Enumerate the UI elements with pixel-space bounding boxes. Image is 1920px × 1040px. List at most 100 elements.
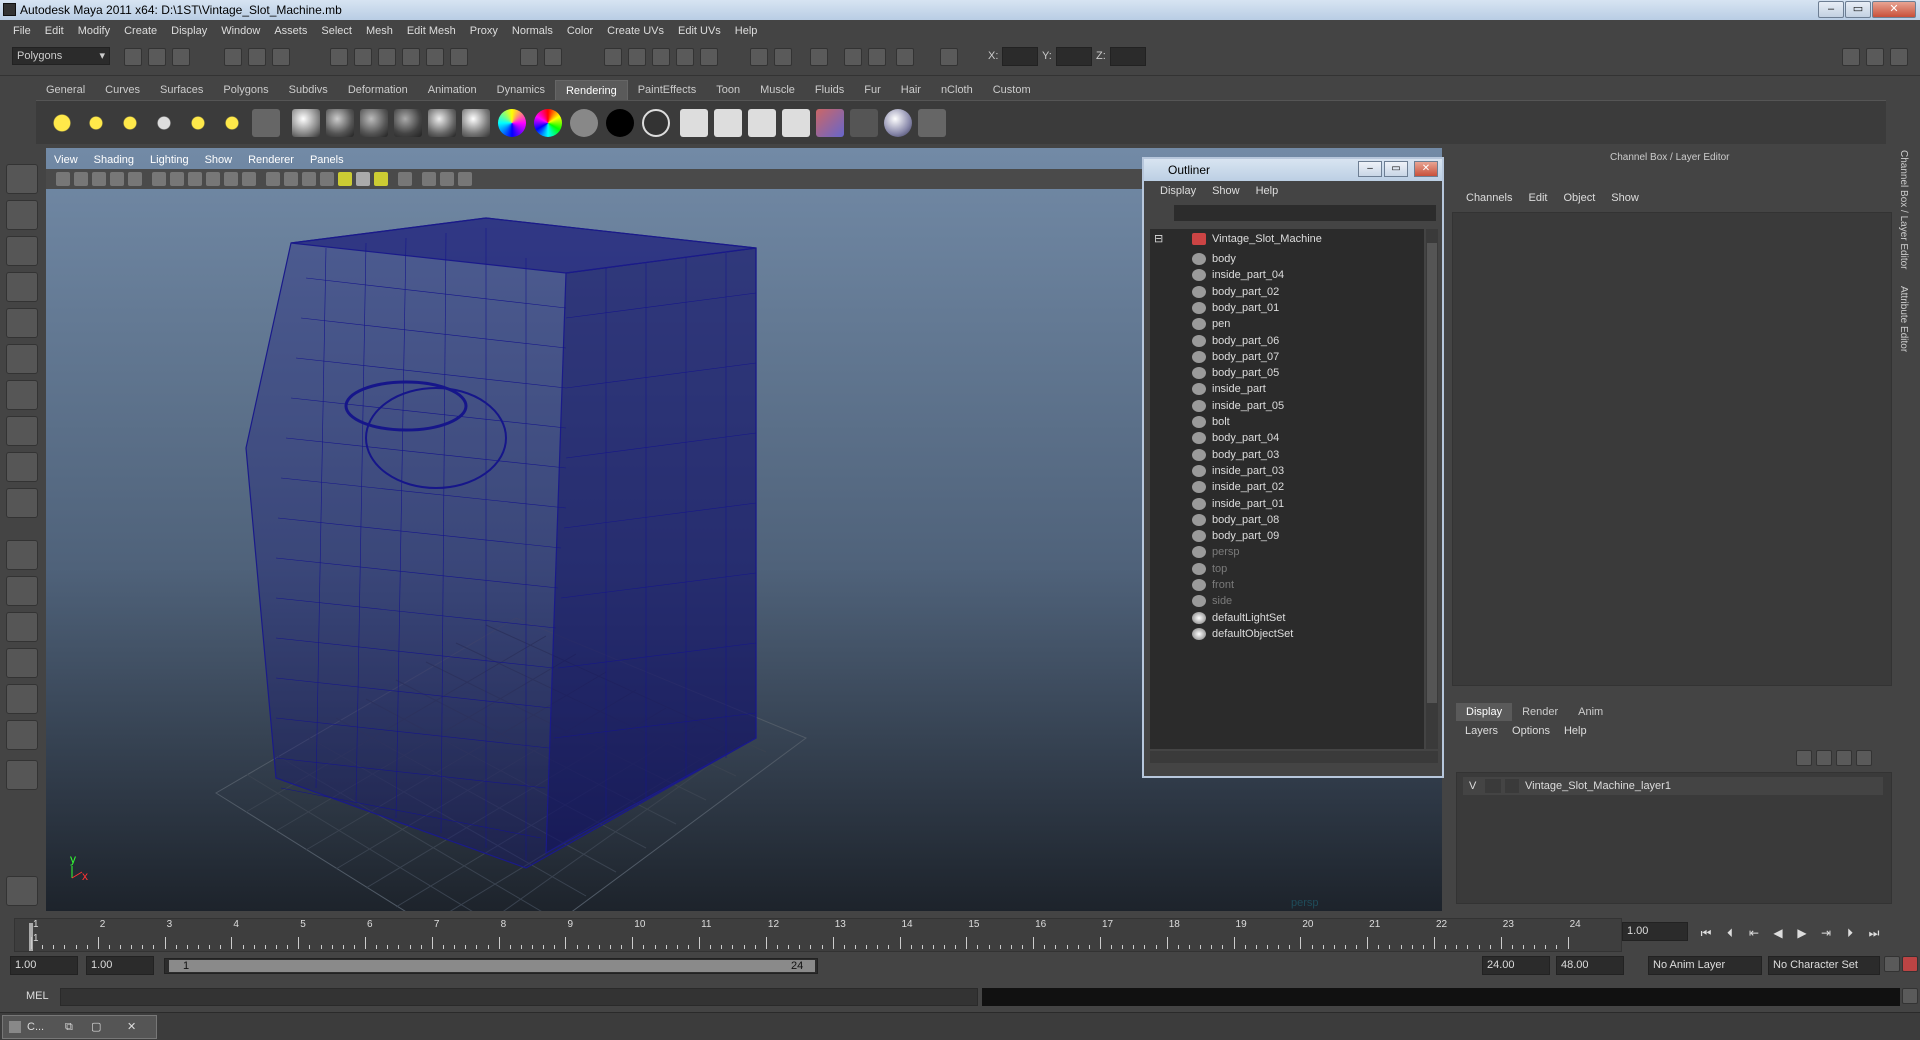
render-view-icon[interactable] [604,48,622,66]
outliner-toggle-icon[interactable] [868,48,886,66]
shelf-tab-subdivs[interactable]: Subdivs [279,80,338,100]
history-icon[interactable] [450,48,468,66]
shelf-tab-painteffects[interactable]: PaintEffects [628,80,707,100]
maximize-button[interactable]: ▭ [1845,1,1871,18]
safe-action-icon[interactable] [224,172,238,186]
outliner-menu-show[interactable]: Show [1204,181,1248,201]
shelf-tab-dynamics[interactable]: Dynamics [487,80,555,100]
minimized-window[interactable]: C... ⧉ ▢ ✕ [2,1015,157,1039]
outliner-minimize-button[interactable]: ‒ [1358,161,1382,177]
shadows-icon[interactable] [374,172,388,186]
shelf-tab-toon[interactable]: Toon [706,80,750,100]
current-time-field[interactable]: 1.00 [1622,922,1688,941]
render-region-icon[interactable] [714,109,742,137]
absolute-transform-icon[interactable] [940,48,958,66]
input-line-icon[interactable] [750,48,768,66]
menu-color[interactable]: Color [560,25,600,37]
batch-render-icon[interactable] [748,109,776,137]
ambient-light-icon[interactable] [48,109,76,137]
render-image-icon[interactable] [680,109,708,137]
menu-file[interactable]: File [6,25,38,37]
directional-light-icon[interactable] [82,109,110,137]
layout-icon[interactable] [1842,48,1860,66]
layer-row[interactable]: V Vintage_Slot_Machine_layer1 [1463,777,1883,795]
menu-select[interactable]: Select [314,25,359,37]
paint-brush-icon[interactable] [918,109,946,137]
new-layer-selected-icon[interactable] [1816,750,1832,766]
y-coord-field[interactable] [1056,47,1092,66]
scrollbar-thumb[interactable] [1427,243,1437,703]
auto-key-icon[interactable] [1884,956,1900,972]
layer-menu-options[interactable]: Options [1505,725,1557,737]
lasso-tool-icon[interactable] [6,200,38,230]
phonge-material-icon[interactable] [360,109,388,137]
x-coord-field[interactable] [1002,47,1038,66]
isolate-select-icon[interactable] [398,172,412,186]
layer-playback-toggle[interactable] [1485,779,1501,793]
menu-normals[interactable]: Normals [505,25,560,37]
assign-material-icon[interactable] [884,109,912,137]
resolution-gate-icon[interactable] [170,172,184,186]
menu-help[interactable]: Help [728,25,765,37]
menu-edit[interactable]: Edit [38,25,71,37]
image-plane-icon[interactable] [110,172,124,186]
viewport-menu-view[interactable]: View [46,151,86,169]
safe-title-icon[interactable] [242,172,256,186]
xray-icon[interactable] [422,172,436,186]
single-perspective-layout-icon[interactable] [6,540,38,570]
lock-icon[interactable] [520,48,538,66]
surface-shader-icon[interactable] [534,109,562,137]
shelf-tab-custom[interactable]: Custom [983,80,1041,100]
snap-point-icon[interactable] [378,48,396,66]
all-lights-icon[interactable] [356,172,370,186]
layout-3-icon[interactable] [1890,48,1908,66]
default-lighting-icon[interactable] [338,172,352,186]
volume-light-icon[interactable] [218,109,246,137]
range-slider-bar[interactable] [169,960,815,972]
show-manipulator-icon[interactable] [6,452,38,482]
mel-command-input[interactable] [60,988,978,1006]
maximize-icon[interactable]: ▢ [91,1016,101,1038]
bookmarks-icon[interactable] [92,172,106,186]
render-layer-icon[interactable] [850,109,878,137]
shelf-tab-deformation[interactable]: Deformation [338,80,418,100]
spot-light-icon[interactable] [150,109,178,137]
menu-mesh[interactable]: Mesh [359,25,400,37]
step-forward-key-icon[interactable]: ⇥ [1816,924,1836,942]
step-back-key-icon[interactable]: ⇤ [1744,924,1764,942]
restore-icon[interactable]: ⧉ [65,1016,73,1038]
layer-tab-render[interactable]: Render [1512,703,1568,721]
layer-visibility-toggle[interactable]: V [1469,777,1476,795]
select-camera-icon[interactable] [56,172,70,186]
range-slider[interactable]: 1 24 [164,958,818,974]
move-tool-icon[interactable] [6,272,38,302]
camera-icon[interactable] [252,109,280,137]
ramp-shader-icon[interactable] [498,109,526,137]
outliner-close-button[interactable]: ✕ [1414,161,1438,177]
lambert-material-icon[interactable] [394,109,422,137]
snap-plane-icon[interactable] [402,48,420,66]
snap-grid-icon[interactable] [330,48,348,66]
animation-preferences-icon[interactable] [1902,956,1918,972]
four-view-layout-icon[interactable] [6,576,38,606]
hypershade-icon[interactable] [700,48,718,66]
shelf-tab-rendering[interactable]: Rendering [554,80,628,100]
viewport-menu-show[interactable]: Show [197,151,241,169]
shelf-tab-curves[interactable]: Curves [95,80,150,100]
layered-material-icon[interactable] [462,109,490,137]
hypershade-layout-icon[interactable] [6,684,38,714]
close-icon[interactable]: ✕ [127,1016,136,1038]
outliner-menu-help[interactable]: Help [1248,181,1287,201]
shelf-tab-muscle[interactable]: Muscle [750,80,805,100]
anisotropic-material-icon[interactable] [428,109,456,137]
camera-attributes-icon[interactable] [74,172,88,186]
time-slider[interactable]: 1 1 2 3 4 5 6 7 8 9 10 11 12 13 14 15 16 17 18 19 20 21 22 23 2… [14,918,1622,952]
step-forward-frame-icon[interactable]: ⏵ [1840,924,1860,942]
go-to-start-icon[interactable]: ⏮ [1696,924,1716,942]
snap-curve-icon[interactable] [354,48,372,66]
viewport-menu-renderer[interactable]: Renderer [240,151,302,169]
play-backwards-icon[interactable]: ◀ [1768,924,1788,942]
phong-material-icon[interactable] [326,109,354,137]
save-scene-icon[interactable] [172,48,190,66]
gate-mask-icon[interactable] [188,172,202,186]
